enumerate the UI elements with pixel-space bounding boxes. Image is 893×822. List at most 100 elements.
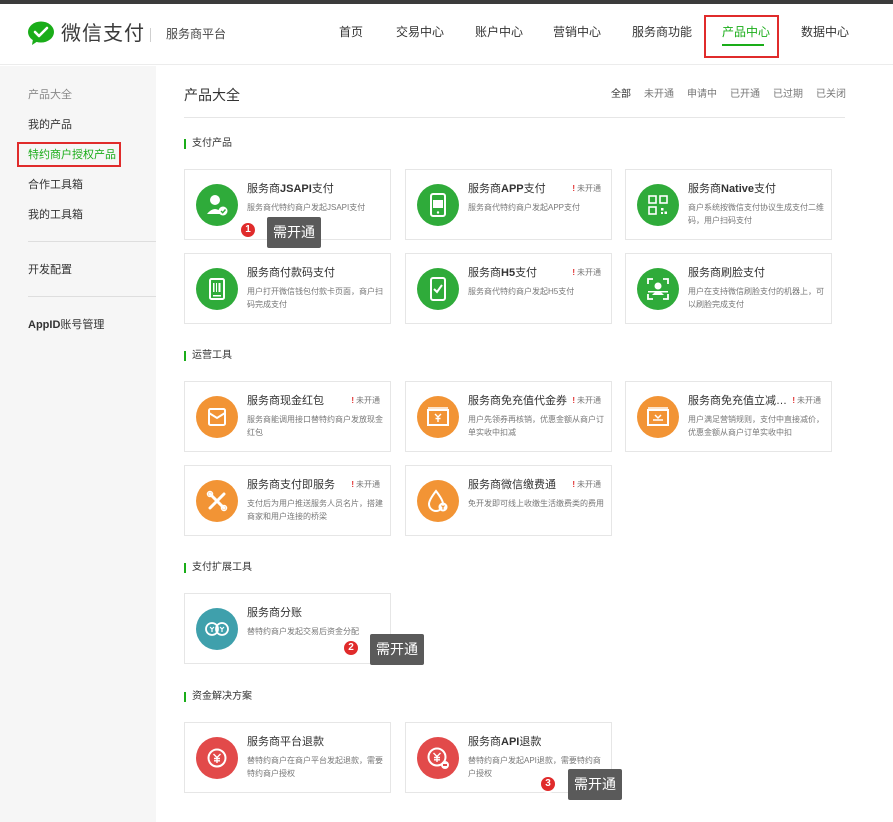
status-text: 未开通 <box>797 396 821 405</box>
card-title: 服务商APP支付 <box>468 183 546 195</box>
service-link-icon <box>196 480 238 522</box>
filter-closed[interactable]: 已关闭 <box>816 89 846 101</box>
card-title: 服务商现金红包 <box>247 395 324 407</box>
product-card-app[interactable]: 服务商APP支付 ! 未开通 服务商代特约商户发起APP支付 <box>405 169 612 240</box>
card-title: 服务商平台退款 <box>247 736 324 748</box>
qrcode-icon <box>637 184 679 226</box>
card-title: 服务商JSAPI支付 <box>247 183 334 195</box>
platform-name: 服务商平台 <box>166 27 227 41</box>
section-title-operations: 运营工具 <box>184 350 232 362</box>
status-badge: ! 未开通 <box>572 268 601 278</box>
warning-icon: ! <box>572 184 575 193</box>
nav-home[interactable]: 首页 <box>339 24 363 40</box>
profit-sharing-icon <box>196 608 238 650</box>
status-badge: ! 未开通 <box>572 480 601 490</box>
card-desc: 服务商能调用接口替特约商户发放现金红包 <box>247 415 383 437</box>
product-card-native[interactable]: 服务商Native支付 商户系统按微信支付协议生成支付二维码，用户扫码支付 <box>625 169 832 240</box>
status-text: 未开通 <box>577 184 601 193</box>
nav-data[interactable]: 数据中心 <box>801 24 849 40</box>
filter-applying[interactable]: 申请中 <box>687 89 717 101</box>
appid-prefix: AppID <box>28 319 61 331</box>
product-card-platform-refund[interactable]: 服务商平台退款 替特约商户在商户平台发起退款，需要特约商户授权 <box>184 722 391 793</box>
card-desc: 用户满足营销规则，支付中直接减价，优惠金额从商户订单实收中扣 <box>688 415 824 437</box>
card-desc: 服务商代特约商户发起H5支付 <box>468 287 575 296</box>
title-divider <box>184 117 845 118</box>
status-text: 未开通 <box>577 396 601 405</box>
card-title: 服务商Native支付 <box>688 183 777 195</box>
nav-account[interactable]: 账户中心 <box>475 24 523 40</box>
sidebar-item-my-toolbox[interactable]: 我的工具箱 <box>28 208 83 222</box>
card-title: 服务商刷脸支付 <box>688 267 765 279</box>
status-badge: ! 未开通 <box>572 396 601 406</box>
appid-label: 账号管理 <box>60 319 105 331</box>
wechat-pay-logo-icon <box>28 21 54 45</box>
product-card-coupon[interactable]: 服务商免充值代金券 ! 未开通 用户先领券再核销，优惠金额从商户订单实收中扣减 <box>405 381 612 452</box>
barcode-scanner-icon <box>196 268 238 310</box>
card-title: 服务商API退款 <box>468 736 542 748</box>
sidebar-highlight-box <box>17 142 121 167</box>
card-title: 服务商免充值代金券 <box>468 395 567 407</box>
discount-icon <box>637 396 679 438</box>
nav-provider-functions[interactable]: 服务商功能 <box>632 24 692 40</box>
page-title: 产品大全 <box>184 87 240 103</box>
product-card-profit-sharing[interactable]: 服务商分账 替特约商户发起交易后资金分配 <box>184 593 391 664</box>
sidebar-item-appid-management[interactable]: AppID账号管理 <box>28 318 104 332</box>
status-badge: ! 未开通 <box>572 184 601 194</box>
product-card-bill-pay[interactable]: 服务商微信缴费通 ! 未开通 免开发即可线上收缴生活缴费类的费用 <box>405 465 612 536</box>
status-text: 未开通 <box>577 268 601 277</box>
card-title: 服务商支付即服务 <box>247 479 335 491</box>
card-title: 服务商免充值立减与折扣 <box>688 395 788 407</box>
nav-marketing[interactable]: 营销中心 <box>553 24 601 40</box>
annotation-number: 2 <box>342 639 360 657</box>
product-card-red-packet[interactable]: 服务商现金红包 ! 未开通 服务商能调用接口替特约商户发放现金红包 <box>184 381 391 452</box>
card-desc: 商户系统按微信支付协议生成支付二维码，用户扫码支付 <box>688 203 824 225</box>
filter-expired[interactable]: 已过期 <box>773 89 803 101</box>
sidebar-item-dev-config[interactable]: 开发配置 <box>28 263 72 277</box>
user-pay-icon <box>196 184 238 226</box>
filter-not-opened[interactable]: 未开通 <box>644 89 674 101</box>
mobile-pay-icon <box>417 268 459 310</box>
sidebar-item-my-products[interactable]: 我的产品 <box>28 118 72 132</box>
card-title: 服务商分账 <box>247 607 302 619</box>
card-title: 服务商H5支付 <box>468 267 538 279</box>
sidebar-divider <box>28 296 156 297</box>
product-card-face[interactable]: 服务商刷脸支付 用户在支持微信刷脸支付的机器上，可以刷脸完成支付 <box>625 253 832 324</box>
status-badge: ! 未开通 <box>351 480 380 490</box>
product-card-micropay[interactable]: 服务商付款码支付 用户打开微信钱包付款卡页面，商户扫码完成支付 <box>184 253 391 324</box>
sidebar-header-all-products: 产品大全 <box>28 89 72 101</box>
annotation-number: 3 <box>539 775 557 793</box>
status-badge: ! 未开通 <box>792 396 821 406</box>
status-text: 未开通 <box>577 480 601 489</box>
status-text: 未开通 <box>356 396 380 405</box>
sidebar-item-partner-toolbox[interactable]: 合作工具箱 <box>28 178 83 192</box>
filter-all[interactable]: 全部 <box>611 89 631 101</box>
card-title: 服务商付款码支付 <box>247 267 335 279</box>
status-badge: ! 未开通 <box>351 396 380 406</box>
card-desc: 替特约商户在商户平台发起退款，需要特约商户授权 <box>247 756 383 778</box>
card-desc: 服务商代特约商户发起JSAPI支付 <box>247 203 366 212</box>
warning-icon: ! <box>351 396 354 405</box>
red-packet-icon <box>196 396 238 438</box>
section-title-funds-solutions: 资金解决方案 <box>184 691 252 703</box>
card-desc: 免开发即可线上收缴生活缴费类的费用 <box>468 499 604 508</box>
logo-separator <box>150 28 151 42</box>
product-card-pay-service[interactable]: 服务商支付即服务 ! 未开通 支付后为用户推送服务人员名片，搭建商家和用户连接的桥… <box>184 465 391 536</box>
sidebar: 产品大全 我的产品 特约商户授权产品 合作工具箱 我的工具箱 开发配置 AppI… <box>0 66 156 822</box>
card-desc: 服务商代特约商户发起APP支付 <box>468 203 581 212</box>
warning-icon: ! <box>572 396 575 405</box>
product-card-discount[interactable]: 服务商免充值立减与折扣 !未开通 用户满足营销规则，支付中直接减价，优惠金额从商… <box>625 381 832 452</box>
warning-icon: ! <box>572 268 575 277</box>
product-card-h5[interactable]: 服务商H5支付 ! 未开通 服务商代特约商户发起H5支付 <box>405 253 612 324</box>
card-desc: 用户打开微信钱包付款卡页面，商户扫码完成支付 <box>247 287 383 309</box>
warning-icon: ! <box>351 480 354 489</box>
card-title: 服务商微信缴费通 <box>468 479 556 491</box>
refund-icon <box>196 737 238 779</box>
utility-bill-icon <box>417 480 459 522</box>
filter-opened[interactable]: 已开通 <box>730 89 760 101</box>
warning-icon: ! <box>572 480 575 489</box>
app-pay-icon <box>417 184 459 226</box>
nav-transactions[interactable]: 交易中心 <box>396 24 444 40</box>
annotation-label: 需开通 <box>267 217 321 248</box>
face-pay-icon <box>637 268 679 310</box>
annotation-number: 1 <box>239 221 257 239</box>
